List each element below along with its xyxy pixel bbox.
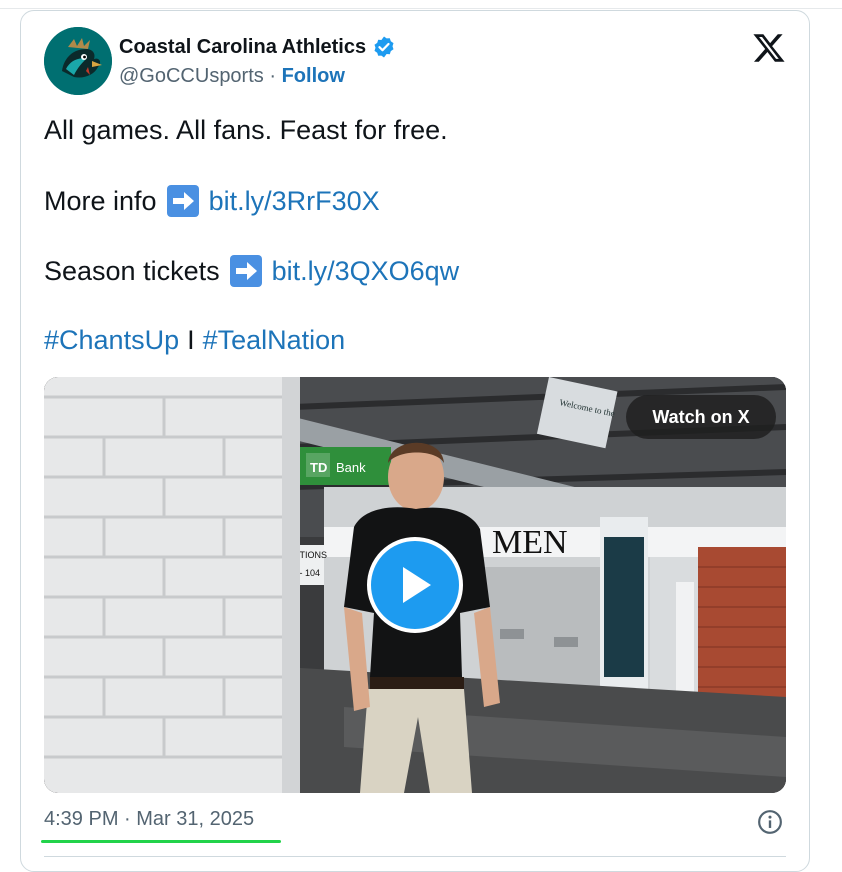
author-handle[interactable]: @GoCCUsports — [119, 65, 264, 87]
season-tickets-link[interactable]: bit.ly/3QXO6qw — [272, 256, 460, 287]
embedded-post-card: Coastal Carolina Athletics @GoCCUsports … — [20, 10, 810, 872]
handle-separator: · — [269, 65, 277, 87]
author-handle-row: @GoCCUsports · Follow — [119, 65, 345, 88]
hashtag-chantsup[interactable]: #ChantsUp — [44, 325, 179, 356]
avatar[interactable] — [44, 27, 112, 95]
author-name-row[interactable]: Coastal Carolina Athletics — [119, 35, 396, 59]
season-tickets-line: Season tickets bit.ly/3QXO6qw — [44, 255, 459, 287]
sign-td: TD — [310, 460, 327, 475]
play-icon — [403, 567, 431, 603]
timestamp-highlight-underline — [41, 840, 281, 843]
hashtags-line: #ChantsUp I #TealNation — [44, 325, 345, 356]
post-timestamp[interactable]: 4:39 PM · Mar 31, 2025 — [44, 808, 254, 831]
post-text: All games. All fans. Feast for free. — [44, 115, 448, 145]
hashtag-separator: I — [187, 325, 195, 355]
top-border — [0, 8, 842, 9]
watch-on-x-button[interactable]: Watch on X — [626, 395, 776, 439]
more-info-link[interactable]: bit.ly/3RrF30X — [209, 186, 380, 217]
x-logo-icon[interactable] — [752, 31, 786, 65]
info-icon[interactable] — [757, 809, 783, 835]
sign-men: MEN — [492, 524, 568, 561]
more-info-label: More info — [44, 185, 157, 216]
verified-badge-icon — [374, 36, 394, 58]
hashtag-tealnation[interactable]: #TealNation — [203, 325, 346, 356]
follow-button[interactable]: Follow — [282, 65, 345, 87]
right-arrow-emoji-icon — [166, 185, 199, 217]
sign-bank: Bank — [336, 460, 366, 475]
footer-divider — [44, 856, 786, 857]
right-arrow-emoji-icon — [229, 255, 262, 287]
video-player[interactable]: TD Bank Welcome to the MEN ECTIONS 03 - … — [44, 377, 786, 793]
chanticleer-logo-icon — [44, 27, 112, 95]
author-name[interactable]: Coastal Carolina Athletics — [119, 36, 366, 59]
more-info-line: More info bit.ly/3RrF30X — [44, 185, 380, 217]
play-button[interactable] — [367, 537, 463, 633]
season-tickets-label: Season tickets — [44, 255, 220, 286]
post-text-line-1: All games. All fans. Feast for free. — [44, 115, 448, 146]
